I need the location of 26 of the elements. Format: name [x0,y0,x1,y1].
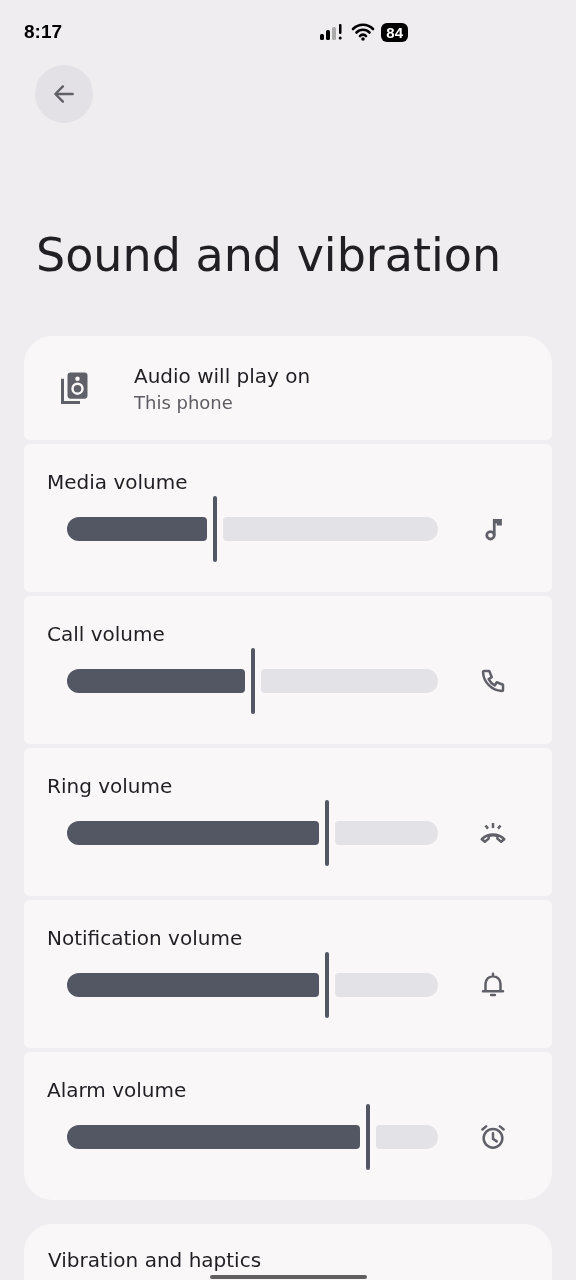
battery-level: 84 [381,22,408,42]
slider-thumb[interactable] [324,800,329,866]
audio-output-row[interactable]: Audio will play on This phone [24,336,552,440]
slider-label: Media volume [47,470,188,494]
volume-slider[interactable] [67,496,438,562]
volume-slider[interactable] [67,952,438,1018]
slider-thumb[interactable] [365,1104,370,1170]
row-label: Vibration and haptics [48,1248,262,1272]
slider-label: Notification volume [47,926,243,950]
alarm-clock-icon [478,1122,508,1152]
slider-label: Alarm volume [47,1078,187,1102]
wifi-icon [351,23,376,41]
status-time: 8:17 [24,21,63,43]
volume-slider[interactable] [67,800,438,866]
slider-label: Call volume [47,622,165,646]
slider-thumb[interactable] [250,648,255,714]
settings-row[interactable]: Vibration and haptics [24,1224,552,1280]
slider-thumb[interactable] [324,952,329,1018]
output-device: This phone [134,391,234,413]
output-label: Audio will play on [134,363,311,388]
slider-thumb[interactable] [213,496,218,562]
volume-slider[interactable] [67,648,438,714]
slider-label: Ring volume [47,774,173,798]
speaker-icon [60,371,90,405]
page-title: Sound and vibration [36,227,503,283]
volume-slider[interactable] [67,1104,438,1170]
